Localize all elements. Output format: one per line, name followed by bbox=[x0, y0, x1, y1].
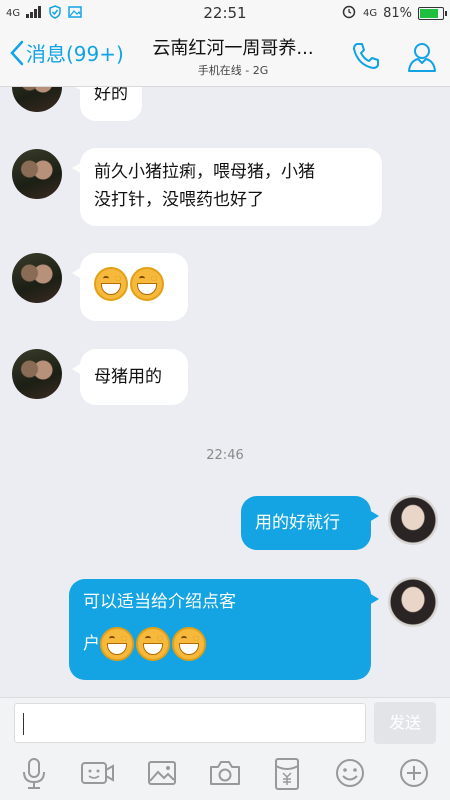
battery-fill bbox=[420, 8, 438, 18]
message-text: 前久小猪拉痢，喂母猪，小猪 bbox=[94, 162, 315, 182]
message-text: 户 bbox=[83, 634, 100, 654]
contact-avatar[interactable] bbox=[12, 349, 62, 399]
user-avatar[interactable] bbox=[388, 577, 438, 627]
grin-emoji-icon bbox=[136, 627, 170, 661]
message-list[interactable]: 好的 前久小猪拉痢，喂母猪，小猪 没打针，没喂药也好了 母猪用的 22:46 用… bbox=[0, 87, 450, 697]
contact-avatar[interactable] bbox=[12, 253, 62, 303]
grin-emoji-icon bbox=[100, 627, 134, 661]
grin-emoji-icon bbox=[94, 267, 128, 301]
image-icon[interactable] bbox=[146, 757, 178, 789]
red-packet-icon[interactable] bbox=[272, 757, 304, 790]
status-bar: 4G 22:51 4G 81% bbox=[0, 0, 450, 26]
battery-icon bbox=[418, 6, 447, 20]
message-bubble[interactable]: 可以适当给介绍点客 户 bbox=[69, 579, 379, 680]
message-text: 母猪用的 bbox=[94, 367, 162, 387]
user-avatar[interactable] bbox=[388, 495, 438, 545]
message-text: 用的好就行 bbox=[255, 513, 340, 533]
alarm-icon bbox=[341, 3, 357, 23]
video-icon[interactable] bbox=[80, 757, 114, 789]
grin-emoji-icon bbox=[130, 267, 164, 301]
text-caret bbox=[23, 713, 24, 735]
send-button[interactable]: 发送 bbox=[374, 702, 436, 744]
contact-avatar[interactable] bbox=[12, 87, 62, 112]
message-text: 好的 bbox=[94, 87, 128, 104]
message-bubble[interactable]: 好的 bbox=[72, 87, 142, 121]
contact-status: 手机在线 - 2G bbox=[197, 64, 269, 77]
input-bar: 发送 bbox=[0, 697, 450, 748]
profile-icon[interactable] bbox=[406, 40, 438, 78]
message-input[interactable] bbox=[14, 703, 366, 743]
phone-icon[interactable] bbox=[350, 40, 382, 76]
microphone-icon[interactable] bbox=[18, 757, 50, 789]
message-text: 可以适当给介绍点客 bbox=[83, 592, 236, 612]
message-bubble[interactable]: 母猪用的 bbox=[72, 349, 188, 405]
camera-icon[interactable] bbox=[208, 757, 240, 789]
message-timestamp: 22:46 bbox=[206, 448, 244, 463]
message-text: 没打针，没喂药也好了 bbox=[94, 190, 264, 210]
message-bubble[interactable] bbox=[72, 253, 188, 321]
contact-name: 云南红河一周哥养... bbox=[152, 38, 314, 59]
back-label: 消息(99+) bbox=[26, 42, 124, 66]
status-right: 4G 81% bbox=[341, 3, 447, 23]
grin-emoji-icon bbox=[172, 627, 206, 661]
network-type-right: 4G bbox=[362, 7, 378, 19]
chat-toolbar bbox=[0, 747, 450, 800]
message-line: 户 bbox=[83, 627, 357, 661]
message-bubble[interactable]: 前久小猪拉痢，喂母猪，小猪 没打针，没喂药也好了 bbox=[72, 148, 382, 226]
back-button[interactable]: 消息(99+) bbox=[10, 38, 124, 67]
chevron-left-icon bbox=[10, 40, 24, 65]
chat-header: 消息(99+) 云南红河一周哥养... 手机在线 - 2G bbox=[0, 26, 450, 87]
contact-info[interactable]: 云南红河一周哥养... 手机在线 - 2G bbox=[138, 34, 328, 78]
emoji-icon[interactable] bbox=[334, 757, 366, 789]
message-bubble[interactable]: 用的好就行 bbox=[241, 496, 379, 550]
plus-icon[interactable] bbox=[398, 757, 430, 789]
battery-percent: 81% bbox=[383, 5, 412, 21]
contact-avatar[interactable] bbox=[12, 149, 62, 199]
